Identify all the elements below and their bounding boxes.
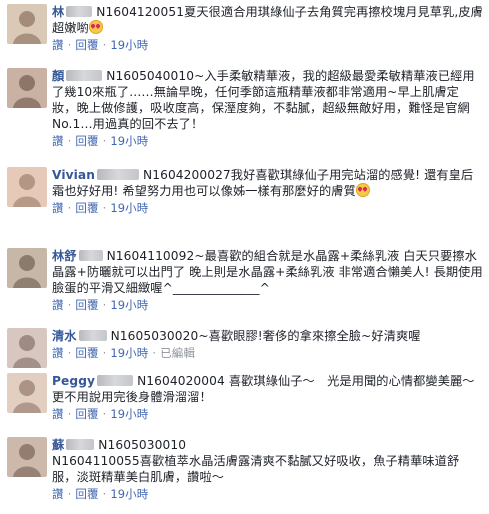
redacted-name (97, 375, 134, 386)
separator: · (67, 346, 72, 360)
timestamp-link[interactable]: 19小時 (110, 407, 148, 421)
reply-link[interactable]: 回覆 (75, 134, 98, 148)
separator: · (152, 346, 157, 360)
timestamp-link[interactable]: 19小時 (110, 201, 148, 215)
avatar[interactable] (7, 328, 47, 368)
comment: 清水 N1605030020~喜歡眼膠!奢侈的拿來擦全臉~好清爽喔讚 · 回覆 · 19小… (0, 323, 489, 368)
heart-eyes-emoji-icon (88, 20, 103, 34)
comment: 蘇 N1605030010 N1604110055喜歡植萃水晶活膚露清爽不黏膩又好吸… (0, 432, 489, 501)
comment-author-link[interactable]: 林舒 (52, 249, 77, 263)
reply-link[interactable]: 回覆 (75, 407, 98, 421)
separator: · (67, 298, 72, 312)
like-link[interactable]: 讚 (52, 201, 64, 215)
avatar[interactable] (7, 248, 47, 288)
comment: Vivian N1604200027我好喜歡琪綠仙子用完站溜的感覺! 還有皇后霜也… (0, 162, 489, 215)
heart-eyes-emoji-icon (355, 183, 370, 197)
redacted-name (66, 439, 95, 450)
separator: · (67, 487, 72, 501)
separator: · (67, 134, 72, 148)
comment-actions: 讚 · 回覆 · 19小時 (52, 200, 483, 216)
timestamp-link[interactable]: 19小時 (110, 38, 148, 52)
comment: Peggy N1604020004 喜歡琪綠仙子～ 光是用聞的心情都變美麗～ 更不… (0, 368, 489, 421)
edited-label[interactable]: 已編輯 (160, 346, 195, 360)
avatar[interactable] (7, 68, 47, 108)
comment-text: N1604110055喜歡植萃水晶活膚露清爽不黏膩又好吸收，魚子精華味道舒服，淡… (52, 454, 460, 484)
comment-actions: 讚 · 回覆 · 19小時 (52, 486, 483, 502)
timestamp-link[interactable]: 19小時 (110, 134, 148, 148)
like-link[interactable]: 讚 (52, 407, 64, 421)
like-link[interactable]: 讚 (52, 134, 64, 148)
order-id: N1604120051 (96, 5, 185, 19)
comment-author-link[interactable]: 清水 (52, 329, 77, 343)
comment-actions: 讚 · 回覆 · 19小時 · 已編輯 (52, 345, 483, 361)
separator: · (102, 407, 107, 421)
redacted-name (66, 70, 103, 81)
separator: · (102, 201, 107, 215)
separator: · (102, 134, 107, 148)
comment-actions: 讚 · 回覆 · 19小時 (52, 37, 483, 53)
comment-author-link[interactable]: 林 (52, 5, 64, 19)
reply-link[interactable]: 回覆 (75, 298, 98, 312)
comment: 林舒 N1604110092~最喜歡的組合就是水晶露+柔絲乳液 白天只要擦水晶露+… (0, 243, 489, 312)
avatar[interactable] (7, 437, 47, 477)
order-id: N1604020004 (137, 374, 225, 388)
reply-link[interactable]: 回覆 (75, 201, 98, 215)
like-link[interactable]: 讚 (52, 346, 64, 360)
order-id: N1605030020 (110, 329, 199, 343)
order-id: N1604200027 (143, 168, 231, 182)
separator: · (67, 201, 72, 215)
separator: · (102, 346, 107, 360)
comment-author-link[interactable]: 蘇 (52, 438, 64, 452)
redacted-name (97, 169, 140, 180)
comment-author-link[interactable]: 顏 (52, 69, 64, 83)
timestamp-link[interactable]: 19小時 (110, 487, 148, 501)
comment-actions: 讚 · 回覆 · 19小時 (52, 133, 483, 149)
avatar[interactable] (7, 4, 47, 44)
reply-link[interactable]: 回覆 (75, 38, 98, 52)
avatar[interactable] (7, 373, 47, 413)
reply-link[interactable]: 回覆 (75, 346, 98, 360)
like-link[interactable]: 讚 (52, 298, 64, 312)
order-id: N1604110092 (106, 249, 195, 263)
comment: 顏 N1605040010~入手柔敏精華液，我的超級最愛柔敏精華液已經用了幾10來… (0, 63, 489, 148)
order-id: N1605030010 (98, 438, 187, 452)
order-id: N1605040010 (106, 69, 195, 83)
comment-list: 林 N1604120051夏天很適合用琪綠仙子去角質完再擦校塊月見草乳,皮膚超嫩喲… (0, 0, 489, 514)
comment-actions: 讚 · 回覆 · 19小時 (52, 406, 483, 422)
comment-author-link[interactable]: Peggy (52, 374, 95, 388)
comment-actions: 讚 · 回覆 · 19小時 (52, 297, 483, 313)
redacted-name (78, 250, 103, 261)
separator: · (102, 298, 107, 312)
like-link[interactable]: 讚 (52, 38, 64, 52)
separator: · (67, 38, 72, 52)
avatar[interactable] (7, 167, 47, 207)
comment-text: ~喜歡眼膠!奢侈的拿來擦全臉~好清爽喔 (198, 329, 421, 343)
reply-link[interactable]: 回覆 (75, 487, 98, 501)
like-link[interactable]: 讚 (52, 487, 64, 501)
separator: · (102, 487, 107, 501)
redacted-name (78, 330, 107, 341)
redacted-name (66, 6, 93, 17)
comment-author-link[interactable]: Vivian (52, 168, 95, 182)
separator: · (102, 38, 107, 52)
separator: · (67, 407, 72, 421)
timestamp-link[interactable]: 19小時 (110, 346, 148, 360)
timestamp-link[interactable]: 19小時 (110, 298, 148, 312)
